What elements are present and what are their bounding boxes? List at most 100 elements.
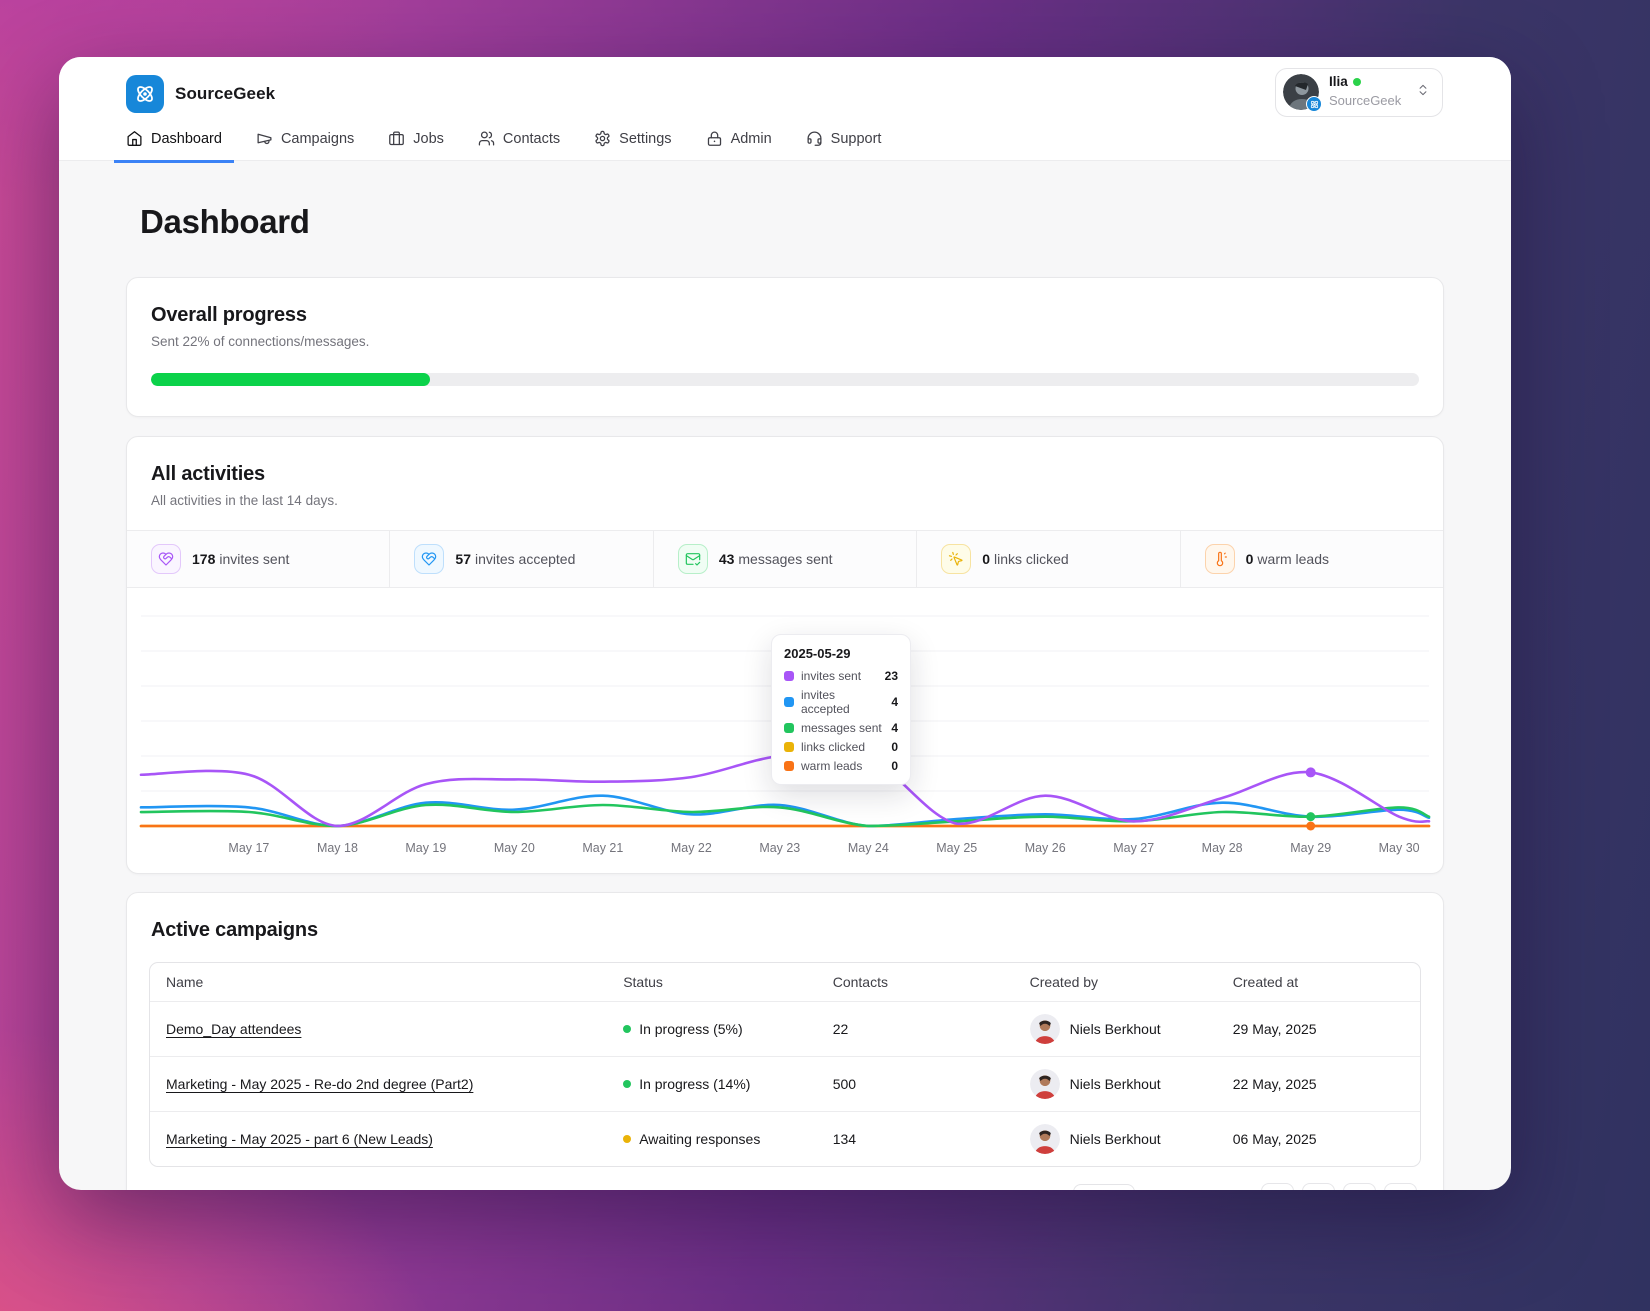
next-page-button[interactable] — [1343, 1183, 1376, 1190]
col-header-created-by: Created by — [1029, 974, 1099, 990]
chart-tooltip: 2025-05-29 invites sent 23 invites accepte… — [771, 634, 911, 785]
status-text: In progress (5%) — [639, 1021, 743, 1037]
svg-text:May 21: May 21 — [582, 841, 623, 855]
stat-invites-accepted: 57 invites accepted — [390, 531, 654, 587]
heart-handshake-glyph — [158, 552, 174, 566]
col-header-status: Status — [623, 974, 663, 990]
active-campaigns-title: Active campaigns — [151, 919, 318, 941]
col-header-created-at: Created at — [1232, 974, 1299, 990]
campaign-name-cell: Marketing - May 2025 - Re-do 2nd degree … — [150, 1064, 607, 1104]
heart-handshake-icon — [151, 544, 181, 574]
creator-name: Niels Berkhout — [1069, 1076, 1161, 1092]
overall-progress-subtitle: Sent 22% of connections/messages. — [151, 334, 370, 349]
svg-text:May 25: May 25 — [936, 841, 977, 855]
first-page-button[interactable] — [1261, 1183, 1294, 1190]
nav-item-label: Admin — [730, 130, 772, 147]
status-text: Awaiting responses — [639, 1131, 761, 1147]
stat-text: 43 messages sent — [718, 551, 833, 567]
nav-item-contacts[interactable]: Contacts — [466, 122, 572, 163]
prev-page-button[interactable] — [1302, 1183, 1335, 1190]
legend-label: invites sent — [801, 669, 862, 683]
pagination — [1261, 1183, 1417, 1190]
megaphone-icon — [257, 133, 272, 145]
campaign-created-at-cell: 22 May, 2025 — [1232, 1076, 1317, 1092]
nav-item-label: Settings — [619, 130, 672, 147]
main-nav: Dashboard Campaigns Jobs Contacts Settings Ad… — [114, 122, 1444, 163]
campaign-link[interactable]: Marketing - May 2025 - part 6 (New Leads… — [166, 1131, 433, 1147]
row-avatar — [1029, 1069, 1060, 1099]
campaign-created-at-cell: 29 May, 2025 — [1232, 1021, 1317, 1037]
user-menu-button[interactable]: Ilia SourceGeek — [1275, 68, 1443, 117]
table-footer: 0 of 3 row(s) selected Rows per page 50 … — [149, 1183, 1421, 1190]
nav-item-label: Jobs — [413, 130, 444, 147]
svg-text:May 19: May 19 — [405, 841, 446, 855]
campaign-row: Marketing - May 2025 - part 6 (New Leads… — [150, 1112, 1420, 1166]
app-window: SourceGeek Dashboard Campaigns Jobs Contact… — [59, 57, 1511, 1190]
campaign-link[interactable]: Demo_Day attendees — [166, 1021, 301, 1037]
legend-label: warm leads — [801, 759, 863, 773]
legend-swatch — [784, 671, 794, 681]
heart-handshake-glyph — [422, 552, 437, 566]
legend-label: links clicked — [801, 740, 866, 754]
svg-text:May 24: May 24 — [848, 841, 889, 855]
creator-name: Niels Berkhout — [1069, 1021, 1161, 1037]
col-header-name: Name — [166, 974, 204, 990]
status-dot — [623, 1135, 632, 1143]
legend-value: 23 — [884, 669, 898, 683]
svg-text:May 18: May 18 — [317, 841, 358, 855]
nav-item-dashboard[interactable]: Dashboard — [114, 122, 234, 163]
active-campaigns-card: Active campaigns Name Status Contacts Creat… — [126, 892, 1444, 1190]
nav-item-label: Dashboard — [151, 130, 222, 147]
row-avatar — [1029, 1124, 1060, 1154]
activity-chart[interactable]: May 17 May 18 May 19 May 20 May 21 May 22 May … — [127, 588, 1443, 873]
user-name: Ilia — [1329, 74, 1348, 89]
legend-swatch — [784, 697, 794, 707]
stat-text: 57 invites accepted — [455, 551, 576, 567]
campaign-name-cell: Marketing - May 2025 - part 6 (New Leads… — [150, 1119, 607, 1159]
legend-swatch — [784, 761, 794, 771]
sourcegeek-logo-icon — [126, 75, 164, 113]
stat-warm-leads: 0 warm leads — [1180, 531, 1444, 587]
pointer-click-glyph — [949, 551, 963, 566]
campaign-created-by-cell: Niels Berkhout — [1014, 1002, 1217, 1056]
brand[interactable]: SourceGeek — [126, 75, 1444, 113]
svg-text:May 26: May 26 — [1025, 841, 1066, 855]
campaign-created-by-cell: Niels Berkhout — [1014, 1057, 1217, 1111]
campaign-status-cell: Awaiting responses — [607, 1119, 817, 1159]
mail-check-glyph — [685, 553, 701, 566]
thermometer-glyph — [1216, 551, 1227, 567]
svg-text:May 28: May 28 — [1202, 841, 1243, 855]
nav-item-label: Support — [830, 130, 882, 147]
user-avatar — [1283, 74, 1322, 113]
rows-per-page-select[interactable]: 50 — [1072, 1183, 1136, 1190]
nav-item-settings[interactable]: Settings — [582, 122, 683, 163]
svg-text:May 17: May 17 — [228, 841, 269, 855]
nav-item-admin[interactable]: Admin — [694, 122, 784, 163]
tooltip-row: invites accepted 4 — [784, 688, 898, 716]
tooltip-row: messages sent 4 — [784, 721, 898, 735]
nav-item-jobs[interactable]: Jobs — [376, 122, 456, 163]
chevrons-up-down-icon — [1416, 83, 1430, 102]
progress-bar — [151, 373, 1419, 386]
user-avatar-org-badge-icon — [1306, 96, 1322, 113]
tooltip-date: 2025-05-29 — [784, 646, 851, 661]
creator-name: Niels Berkhout — [1069, 1131, 1161, 1147]
last-page-button[interactable] — [1384, 1183, 1417, 1190]
legend-value: 4 — [891, 721, 898, 735]
campaign-contacts-cell: 22 — [832, 1021, 849, 1037]
legend-swatch — [784, 742, 794, 752]
brand-name: SourceGeek — [175, 84, 276, 103]
legend-swatch — [784, 723, 794, 733]
col-header-contacts: Contacts — [832, 974, 888, 990]
nav-item-support[interactable]: Support — [794, 122, 894, 163]
heart-handshake-icon — [414, 544, 445, 574]
legend-value: 0 — [891, 740, 898, 754]
status-text: In progress (14%) — [639, 1076, 751, 1092]
campaign-contacts-cell: 134 — [832, 1131, 857, 1147]
campaign-link[interactable]: Marketing - May 2025 - Re-do 2nd degree … — [166, 1076, 473, 1092]
pointer-click-icon — [941, 544, 972, 574]
nav-item-campaigns[interactable]: Campaigns — [244, 122, 366, 163]
campaign-created-at-cell: 06 May, 2025 — [1232, 1131, 1317, 1147]
online-status-dot — [1352, 78, 1361, 87]
overall-progress-card: Overall progress Sent 22% of connections… — [126, 277, 1444, 417]
